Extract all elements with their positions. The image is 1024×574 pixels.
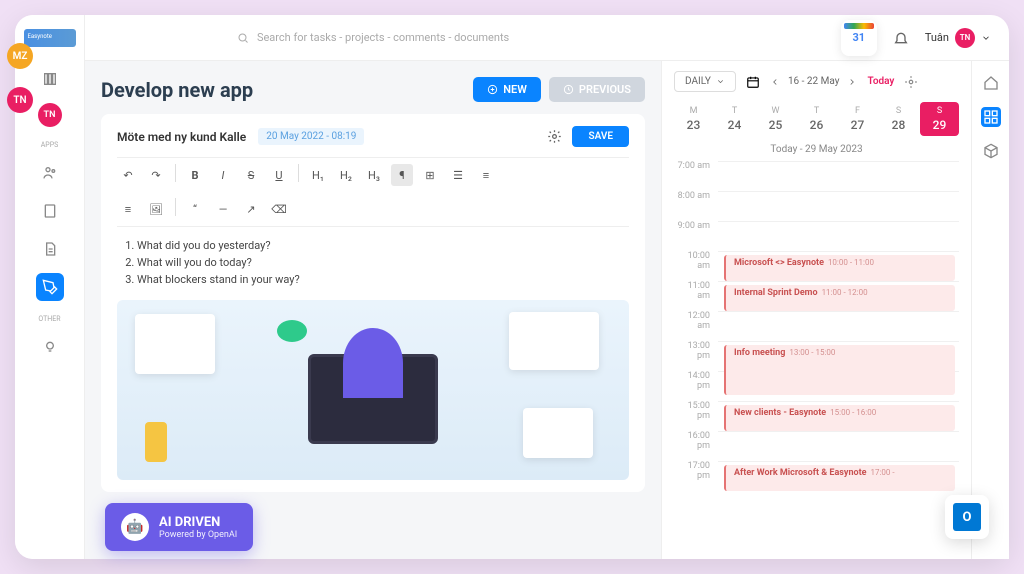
link-icon[interactable]: ↗ xyxy=(240,198,262,220)
chevron-down-icon xyxy=(981,33,991,43)
week-header: M23T24W25T26F27S28S29 xyxy=(674,102,959,136)
image-icon[interactable]: 🖼 xyxy=(145,198,167,220)
editor-date: 20 May 2022 - 08:19 xyxy=(258,128,364,145)
new-button[interactable]: NEW xyxy=(473,77,541,102)
undo-icon[interactable]: ↶ xyxy=(117,164,139,186)
avatar[interactable]: MZ xyxy=(7,43,33,69)
document-icon[interactable] xyxy=(36,235,64,263)
editor-card: Möte med ny kund Kalle 20 May 2022 - 08:… xyxy=(101,114,645,492)
save-button[interactable]: SAVE xyxy=(572,126,629,147)
editor-toolbar: ↶ ↷ B I S U H₁ H₂ H₃ ¶ ⊞ ☰ ≡ xyxy=(117,157,629,227)
outlook-icon[interactable]: O xyxy=(945,495,989,539)
day-cell[interactable]: S28 xyxy=(879,102,918,136)
today-button[interactable]: Today xyxy=(867,76,894,87)
user-avatar[interactable]: TN xyxy=(38,103,62,127)
illustration xyxy=(117,300,629,480)
nav-section-label: OTHER xyxy=(38,315,60,323)
paragraph-icon[interactable]: ¶ xyxy=(391,164,413,186)
chevron-right-icon[interactable] xyxy=(847,77,857,87)
list-item: What will you do today? xyxy=(137,256,629,269)
day-cell[interactable]: T26 xyxy=(797,102,836,136)
bullet-list-icon[interactable]: ☰ xyxy=(447,164,469,186)
ai-badge[interactable]: 🤖 AI DRIVEN Powered by OpenAI xyxy=(105,503,253,551)
list-item: What did you do yesterday? xyxy=(137,239,629,252)
calendar-event[interactable]: New clients - Easynote15:00 - 16:00 xyxy=(724,405,955,431)
bell-icon[interactable] xyxy=(893,30,909,46)
redo-icon[interactable]: ↷ xyxy=(145,164,167,186)
divider-icon[interactable]: — xyxy=(212,198,234,220)
date-range: 16 - 22 May xyxy=(788,76,840,87)
day-cell[interactable]: T24 xyxy=(715,102,754,136)
bulb-icon[interactable] xyxy=(36,333,64,361)
question-list: What did you do yesterday? What will you… xyxy=(117,239,629,286)
grid-icon[interactable] xyxy=(981,107,1001,127)
h3-icon[interactable]: H₃ xyxy=(363,164,385,186)
google-calendar-icon[interactable]: 31 xyxy=(841,20,877,56)
package-icon[interactable] xyxy=(981,141,1001,161)
topbar: Search for tasks - projects - comments -… xyxy=(85,15,1009,61)
chevron-down-icon xyxy=(716,77,725,86)
note-icon[interactable] xyxy=(36,197,64,225)
pen-icon[interactable] xyxy=(36,273,64,301)
h2-icon[interactable]: H₂ xyxy=(335,164,357,186)
editor-title: Möte med ny kund Kalle xyxy=(117,130,246,144)
day-cell[interactable]: W25 xyxy=(756,102,795,136)
h1-icon[interactable]: H₁ xyxy=(307,164,329,186)
day-cell[interactable]: F27 xyxy=(838,102,877,136)
avatar[interactable]: TN xyxy=(7,87,33,113)
calendar-event[interactable]: After Work Microsoft & Easynote17:00 - xyxy=(724,465,955,491)
calendar-date-header: Today - 29 May 2023 xyxy=(674,144,959,155)
plus-icon xyxy=(487,84,498,95)
calendar-icon[interactable] xyxy=(746,75,760,89)
books-icon[interactable] xyxy=(36,65,64,93)
nav-section-label: APPS xyxy=(41,141,59,149)
view-selector[interactable]: DAILY xyxy=(674,71,736,92)
calendar-event[interactable]: Microsoft <> Easynote10:00 - 11:00 xyxy=(724,255,955,281)
home-icon[interactable] xyxy=(981,73,1001,93)
calendar-event[interactable]: Info meeting13:00 - 15:00 xyxy=(724,345,955,395)
gear-icon[interactable] xyxy=(547,129,562,144)
page-title: Develop new app xyxy=(101,78,253,102)
align-left-icon[interactable]: ≡ xyxy=(117,198,139,220)
bold-icon[interactable]: B xyxy=(184,164,206,186)
clock-icon xyxy=(563,84,574,95)
underline-icon[interactable]: U xyxy=(268,164,290,186)
day-cell[interactable]: S29 xyxy=(920,102,959,136)
chevron-left-icon[interactable] xyxy=(770,77,780,87)
calendar-panel: DAILY 16 - 22 May Today M23T24W25T26F27S… xyxy=(661,61,1009,559)
list-item: What blockers stand in your way? xyxy=(137,273,629,286)
timeline[interactable]: 7:00 am8:00 am9:00 am10:00 am11:00 am12:… xyxy=(674,161,959,501)
team-icon[interactable] xyxy=(36,159,64,187)
strike-icon[interactable]: S xyxy=(240,164,262,186)
search-input[interactable]: Search for tasks - projects - comments -… xyxy=(237,31,557,44)
previous-button[interactable]: PREVIOUS xyxy=(549,77,645,102)
table-icon[interactable]: ⊞ xyxy=(419,164,441,186)
robot-icon: 🤖 xyxy=(121,513,149,541)
gear-icon[interactable] xyxy=(904,75,918,89)
quote-icon[interactable]: “ xyxy=(184,198,206,220)
italic-icon[interactable]: I xyxy=(212,164,234,186)
search-icon xyxy=(237,32,249,44)
user-menu[interactable]: Tuân TN xyxy=(925,28,991,48)
calendar-event[interactable]: Internal Sprint Demo11:00 - 12:00 xyxy=(724,285,955,311)
clear-icon[interactable]: ⌫ xyxy=(268,198,290,220)
numbered-list-icon[interactable]: ≡ xyxy=(475,164,497,186)
day-cell[interactable]: M23 xyxy=(674,102,713,136)
calendar-sidebar xyxy=(971,61,1009,559)
